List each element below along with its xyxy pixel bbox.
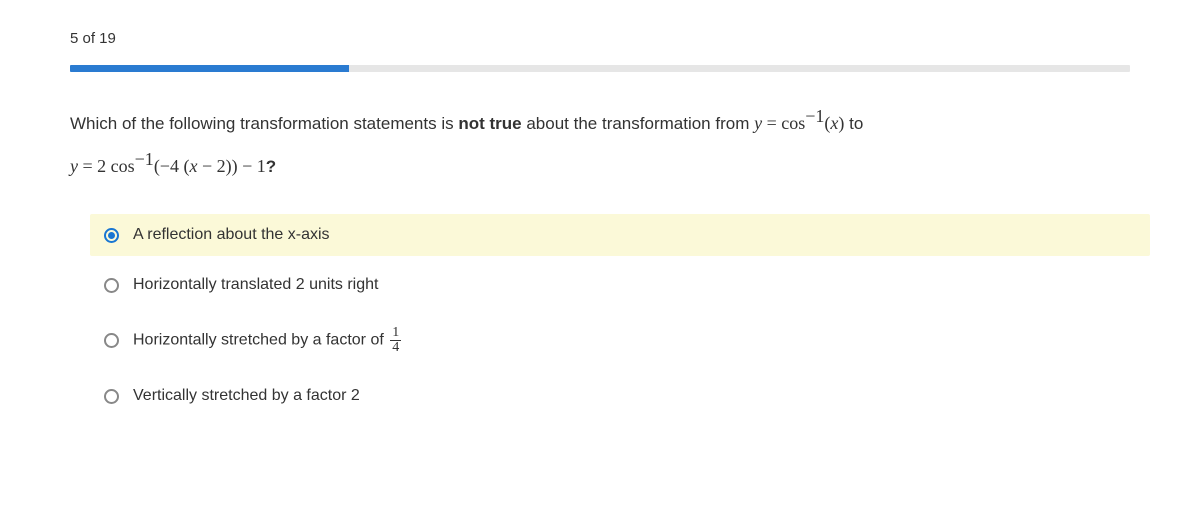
option-label: Vertically stretched by a factor 2 [133,387,360,405]
progress-label: 5 of 19 [70,30,1130,47]
radio-dot-icon [108,232,115,239]
option-label-text: Horizontally stretched by a factor of [133,332,388,349]
radio-icon [104,278,119,293]
expr2-eq: = 2 [78,156,111,176]
expr1: y = cos−1(x) [754,113,844,133]
question-prefix: Which of the following transformation st… [70,114,458,133]
fraction: 14 [390,326,401,355]
option-label: A reflection about the x-axis [133,226,330,244]
question-to: to [844,114,863,133]
radio-icon [104,333,119,348]
question-emphasis: not true [458,114,521,133]
expr1-y: y [754,113,762,133]
fraction-num: 1 [390,326,401,341]
option-label: Horizontally translated 2 units right [133,276,378,294]
option-label: Horizontally stretched by a factor of 14 [133,326,401,355]
question-middle: about the transformation from [522,114,754,133]
option-d[interactable]: Vertically stretched by a factor 2 [90,375,1150,417]
expr2-mid: − 2)) − 1 [197,156,265,176]
expr2-sup: −1 [135,149,154,169]
question-qmark: ? [266,157,276,176]
expr2-cos: cos [111,156,135,176]
fraction-den: 4 [390,341,401,355]
progress-bar [70,65,1130,72]
expr1-cos: cos [781,113,805,133]
progress-fill [70,65,349,72]
radio-icon [104,228,119,243]
expr2: y = 2 cos−1(−4 (x − 2)) − 1 [70,156,266,176]
option-c[interactable]: Horizontally stretched by a factor of 14 [90,314,1150,367]
expr2-open: (−4 ( [154,156,190,176]
option-b[interactable]: Horizontally translated 2 units right [90,264,1150,306]
expr1-eq: = [762,113,781,133]
expr2-y: y [70,156,78,176]
question-text: Which of the following transformation st… [70,98,1130,184]
options-group: A reflection about the x-axis Horizontal… [90,214,1150,417]
radio-icon [104,389,119,404]
option-a[interactable]: A reflection about the x-axis [90,214,1150,256]
expr1-sup: −1 [805,106,824,126]
